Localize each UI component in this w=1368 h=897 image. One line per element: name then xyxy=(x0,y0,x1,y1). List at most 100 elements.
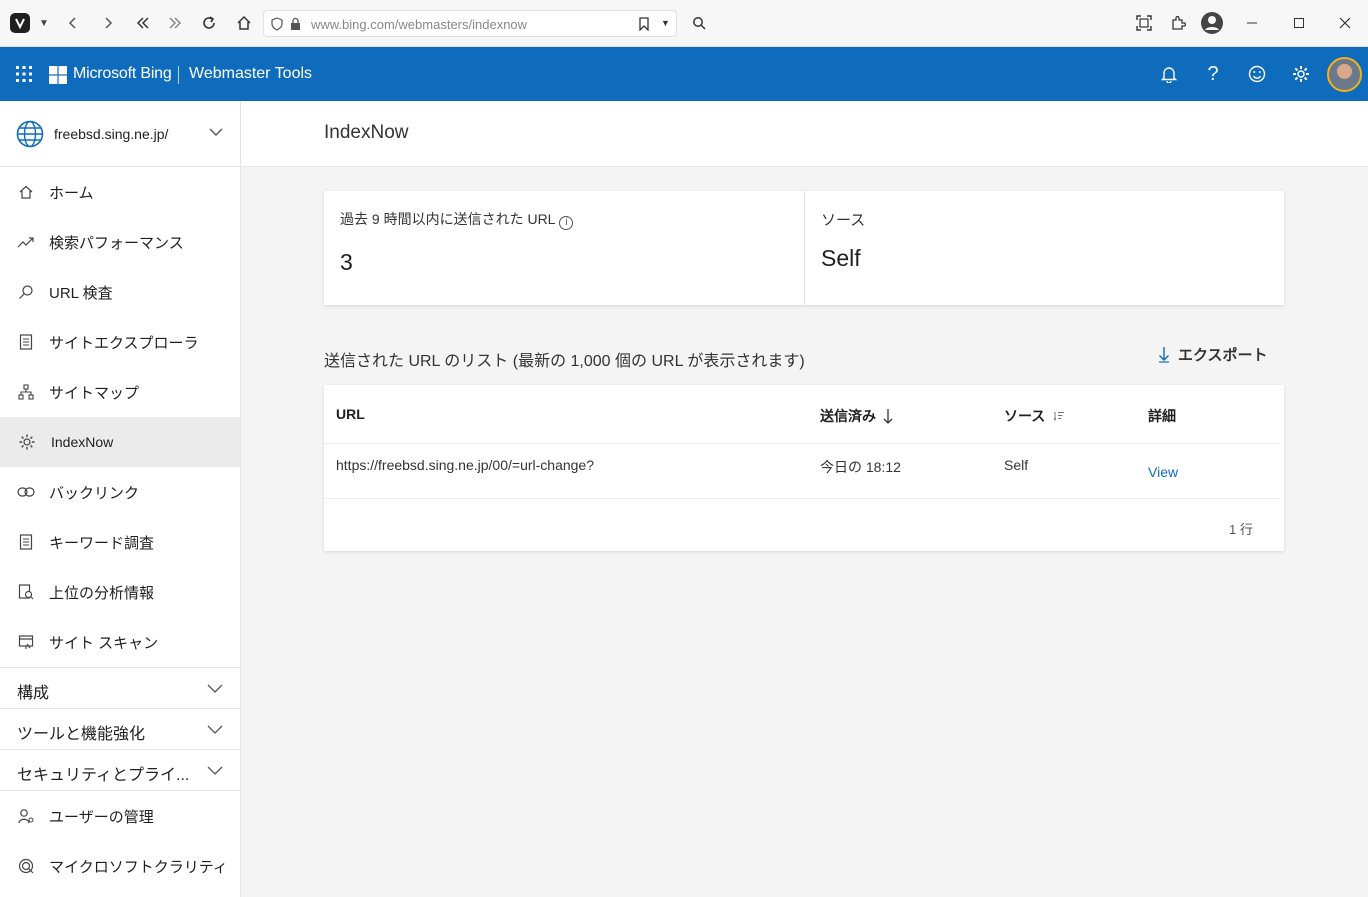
sidebar-item-url-inspection[interactable]: URL 検査 xyxy=(0,267,240,317)
back-icon[interactable] xyxy=(62,12,84,34)
submitted-urls-value: 3 xyxy=(340,249,353,275)
info-icon[interactable]: i xyxy=(559,216,574,230)
app-launcher-icon[interactable] xyxy=(16,66,32,82)
close-icon[interactable] xyxy=(1334,12,1356,34)
sort-filter-icon xyxy=(1053,412,1065,421)
sidebar-item-microsoft-clarity[interactable]: マイクロソフトクラリティ xyxy=(0,841,240,891)
user-icon xyxy=(16,806,36,826)
sidebar-item-site-explorer[interactable]: サイトエクスプローラ xyxy=(0,317,240,367)
forward-icon[interactable] xyxy=(97,12,119,34)
home-icon[interactable] xyxy=(233,12,255,34)
brand-name[interactable]: Microsoft Bing xyxy=(73,65,172,83)
column-header-details[interactable]: 詳細 xyxy=(1148,406,1176,426)
search-icon[interactable] xyxy=(688,12,710,34)
clarity-icon xyxy=(16,856,36,876)
browser-toolbar: ▼ www.bing.com/webmasters/indexnow ▼ xyxy=(0,0,1368,47)
cell-url: https://freebsd.sing.ne.jp/00/=url-chang… xyxy=(336,457,595,473)
sidebar-item-label: URL 検査 xyxy=(49,284,113,302)
sidebar-item-backlinks[interactable]: バックリンク xyxy=(0,467,240,517)
sidebar-item-label: サイト スキャン xyxy=(49,634,159,652)
fast-forward-icon[interactable] xyxy=(164,12,186,34)
sidebar-group-security[interactable]: セキュリティとプライ... xyxy=(0,750,240,791)
column-header-source[interactable]: ソース xyxy=(1004,406,1065,426)
submitted-urls-label: 過去 9 時間以内に送信された URL i xyxy=(340,209,574,230)
sort-descending-arrow-icon xyxy=(883,409,893,424)
link-icon xyxy=(16,482,36,502)
minimize-icon[interactable] xyxy=(1241,12,1263,34)
sidebar-item-search-performance[interactable]: 検索パフォーマンス xyxy=(0,217,240,267)
row-count: 1 行 xyxy=(1229,522,1253,537)
sidebar-item-keyword-research[interactable]: キーワード調査 xyxy=(0,517,240,567)
sidebar-item-recommendations[interactable]: 上位の分析情報 xyxy=(0,567,240,617)
export-label: エクスポート xyxy=(1178,346,1268,364)
document-icon xyxy=(16,332,36,352)
reload-icon[interactable] xyxy=(198,12,220,34)
sidebar-item-label: IndexNow xyxy=(51,434,114,450)
site-selector[interactable]: freebsd.sing.ne.jp/ xyxy=(0,101,240,167)
settings-gear-icon[interactable] xyxy=(1290,63,1312,85)
user-avatar[interactable] xyxy=(1327,57,1362,92)
column-header-label: 送信済み xyxy=(820,408,876,424)
sidebar-item-indexnow[interactable]: IndexNow xyxy=(0,417,240,467)
column-header-label: URL xyxy=(336,406,365,422)
lock-icon[interactable] xyxy=(290,17,301,31)
bookmark-icon[interactable] xyxy=(639,17,649,31)
cell-submitted: 今日の 18:12 xyxy=(820,459,901,475)
trend-icon xyxy=(16,232,36,252)
view-details-link[interactable]: View xyxy=(1148,464,1178,480)
scan-icon xyxy=(16,632,36,652)
app-header: Microsoft Bing Webmaster Tools ? xyxy=(0,47,1368,101)
download-arrow-icon xyxy=(1159,346,1169,363)
notifications-bell-icon[interactable] xyxy=(1158,63,1180,85)
column-header-url[interactable]: URL xyxy=(336,406,365,422)
sidebar-item-home[interactable]: ホーム xyxy=(0,167,240,217)
source-label: ソース xyxy=(821,212,866,229)
rewind-icon[interactable] xyxy=(132,12,154,34)
group-label: セキュリティとプライ... xyxy=(17,767,190,784)
sidebar-item-label: バックリンク xyxy=(49,484,140,502)
divider xyxy=(324,443,1280,444)
sidebar-item-label: マイクロソフトクラリティ xyxy=(49,858,228,876)
url-text[interactable]: www.bing.com/webmasters/indexnow xyxy=(311,17,527,32)
export-button[interactable]: エクスポート xyxy=(1158,342,1268,366)
submitted-list-title: 送信された URL のリスト (最新の 1,000 個の URL が表示されます… xyxy=(324,353,805,370)
gear-icon xyxy=(17,432,37,452)
product-name[interactable]: Webmaster Tools xyxy=(189,65,312,83)
profile-icon[interactable] xyxy=(1200,11,1224,35)
address-bar[interactable]: www.bing.com/webmasters/indexnow ▼ xyxy=(263,10,677,37)
chevron-down-icon xyxy=(207,684,223,693)
feedback-smiley-icon[interactable] xyxy=(1246,63,1268,85)
vivaldi-menu-icon[interactable] xyxy=(10,13,30,33)
menu-dropdown-icon[interactable]: ▼ xyxy=(33,12,55,34)
column-header-submitted[interactable]: 送信済み xyxy=(820,406,893,426)
sidebar-item-sitemaps[interactable]: サイトマップ xyxy=(0,367,240,417)
sidebar-item-label: サイトエクスプローラ xyxy=(49,334,199,352)
sitemap-icon xyxy=(16,382,36,402)
column-header-label: ソース xyxy=(1004,408,1046,424)
brand-divider xyxy=(178,66,179,84)
page-header: IndexNow xyxy=(241,101,1368,167)
help-icon[interactable]: ? xyxy=(1202,63,1224,85)
maximize-icon[interactable] xyxy=(1288,12,1310,34)
sidebar-group-tools[interactable]: ツールと機能強化 xyxy=(0,709,240,750)
site-name[interactable]: freebsd.sing.ne.jp/ xyxy=(54,126,168,142)
sidebar-group-configuration[interactable]: 構成 xyxy=(0,668,240,709)
stats-card: 過去 9 時間以内に送信された URL i 3 ソース Self xyxy=(324,191,1284,305)
microsoft-logo-icon xyxy=(49,66,67,84)
group-label: ツールと機能強化 xyxy=(17,726,146,743)
group-label: 構成 xyxy=(17,685,50,702)
extensions-icon[interactable] xyxy=(1167,12,1189,34)
capture-icon[interactable] xyxy=(1133,12,1155,34)
shield-icon[interactable] xyxy=(271,17,283,31)
sidebar-item-site-scan[interactable]: サイト スキャン xyxy=(0,617,240,667)
sidebar-item-label: 検索パフォーマンス xyxy=(49,234,184,252)
submitted-urls-table: URL 送信済み ソース 詳細 https://freebsd.sing.ne.… xyxy=(324,385,1284,551)
chevron-down-icon[interactable] xyxy=(209,128,223,137)
bookmark-dropdown-icon[interactable]: ▼ xyxy=(661,18,670,28)
sidebar-item-label: 上位の分析情報 xyxy=(49,584,155,602)
sidebar-item-label: ユーザーの管理 xyxy=(49,808,154,826)
main-content: IndexNow 過去 9 時間以内に送信された URL i 3 ソース Self… xyxy=(241,101,1368,897)
sidebar-item-user-management[interactable]: ユーザーの管理 xyxy=(0,791,240,841)
divider xyxy=(804,191,805,305)
search-icon xyxy=(16,282,36,302)
